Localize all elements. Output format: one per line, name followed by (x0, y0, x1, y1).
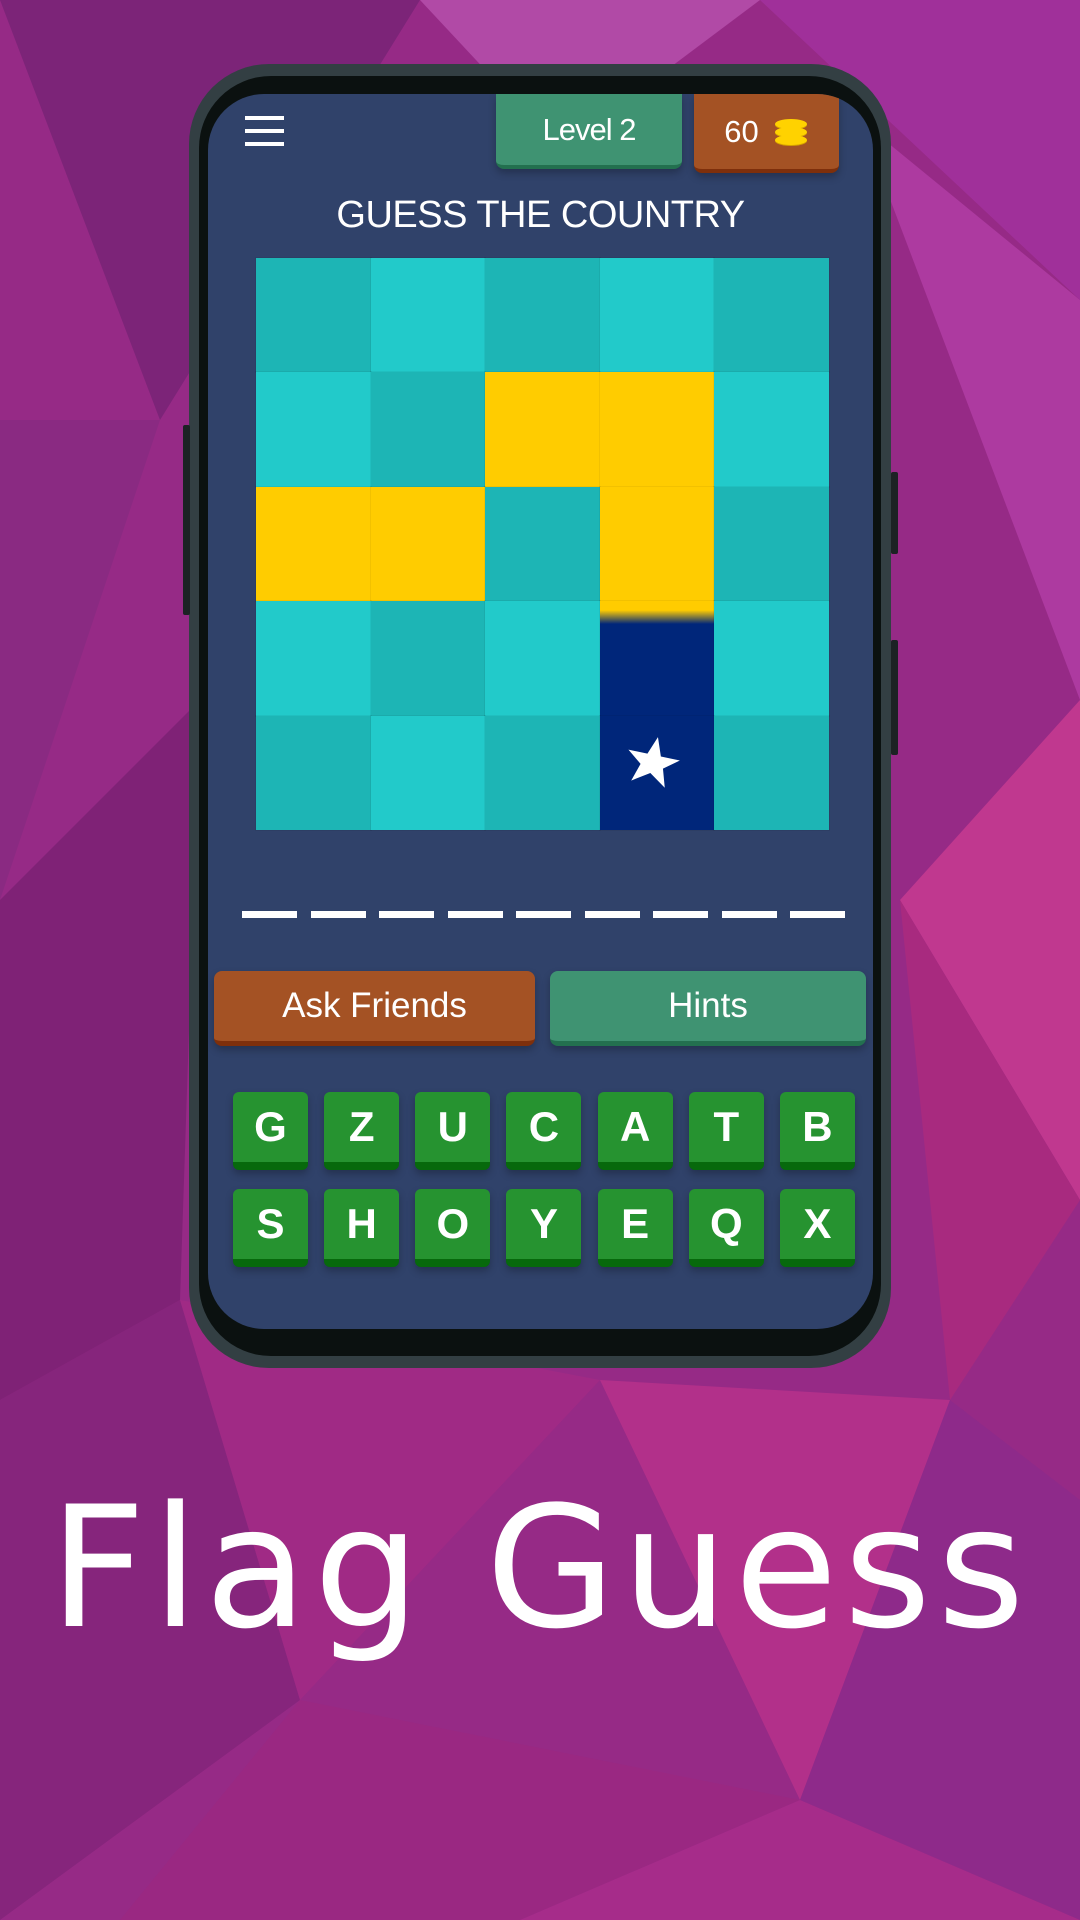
letter-key[interactable]: U (415, 1092, 491, 1170)
hints-button[interactable]: Hints (550, 971, 866, 1046)
flag-tile (713, 371, 830, 488)
flag-tile (598, 600, 716, 717)
flag-tile (484, 600, 601, 717)
flag-tile (484, 256, 601, 374)
flag-tile (598, 485, 716, 603)
flag-tile (713, 256, 830, 374)
letter-keyboard-row-2: SHOYEQX (233, 1189, 855, 1267)
flag-puzzle-grid (255, 256, 830, 832)
flag-tile (369, 256, 487, 374)
coin-stack-icon (773, 117, 809, 147)
hamburger-menu-icon[interactable] (245, 116, 284, 146)
phone-side-button (891, 472, 898, 554)
flag-tile (598, 256, 716, 374)
flag-tile (369, 371, 487, 488)
answer-slots (242, 911, 845, 918)
answer-letter-slot[interactable] (310, 911, 366, 918)
answer-letter-slot[interactable] (379, 911, 434, 918)
letter-key[interactable]: A (597, 1092, 673, 1170)
flag-tile (255, 600, 372, 717)
flag-tile (369, 485, 487, 603)
letter-key[interactable]: Z (324, 1092, 400, 1170)
ask-friends-button[interactable]: Ask Friends (214, 971, 535, 1046)
app-name-title: Flag Guess (49, 1470, 1031, 1666)
coin-count: 60 (724, 113, 759, 149)
flag-tile (713, 600, 830, 717)
phone-side-button (891, 640, 898, 755)
flag-tile (484, 485, 601, 603)
hints-label: Hints (668, 986, 748, 1025)
flag-tile (598, 371, 716, 488)
level-indicator[interactable]: Level 2 (496, 94, 682, 169)
letter-key[interactable]: X (779, 1189, 855, 1267)
flag-tile (369, 600, 487, 717)
flag-tile (255, 714, 372, 832)
answer-letter-slot[interactable] (653, 911, 708, 918)
letter-key[interactable]: O (415, 1189, 491, 1267)
letter-key[interactable]: Q (688, 1189, 764, 1267)
letter-key[interactable]: Y (506, 1189, 582, 1267)
coins-button[interactable]: 60 (694, 94, 839, 173)
letter-key[interactable]: S (233, 1189, 308, 1267)
flag-tile (255, 256, 372, 374)
answer-letter-slot[interactable] (584, 911, 640, 918)
flag-tile (484, 371, 601, 488)
letter-key[interactable]: C (506, 1092, 582, 1170)
flag-tile (255, 371, 372, 488)
ask-friends-label: Ask Friends (282, 986, 467, 1025)
letter-key[interactable]: T (688, 1092, 764, 1170)
flag-tile (484, 714, 601, 832)
letter-keyboard-row-1: GZUCATB (233, 1092, 855, 1170)
letter-key[interactable]: B (779, 1092, 855, 1170)
answer-letter-slot[interactable] (721, 911, 777, 918)
answer-letter-slot[interactable] (447, 911, 503, 918)
letter-key[interactable]: G (233, 1092, 308, 1170)
letter-key[interactable]: E (597, 1189, 673, 1267)
phone-side-button (183, 425, 190, 615)
flag-tile (598, 714, 716, 832)
flag-tile (369, 714, 487, 832)
page-title: GUESS THE COUNTRY (336, 194, 745, 236)
answer-letter-slot[interactable] (516, 911, 571, 918)
level-label: Level 2 (542, 111, 637, 147)
answer-letter-slot[interactable] (242, 911, 297, 918)
star-icon (628, 736, 680, 788)
answer-letter-slot[interactable] (790, 911, 845, 918)
game-screen: Level 2 60 GUESS THE COUNTRY Ask Friends… (208, 94, 873, 1329)
flag-tile (255, 485, 372, 603)
flag-tile (713, 714, 830, 832)
flag-tile (713, 485, 830, 603)
letter-key[interactable]: H (324, 1189, 400, 1267)
